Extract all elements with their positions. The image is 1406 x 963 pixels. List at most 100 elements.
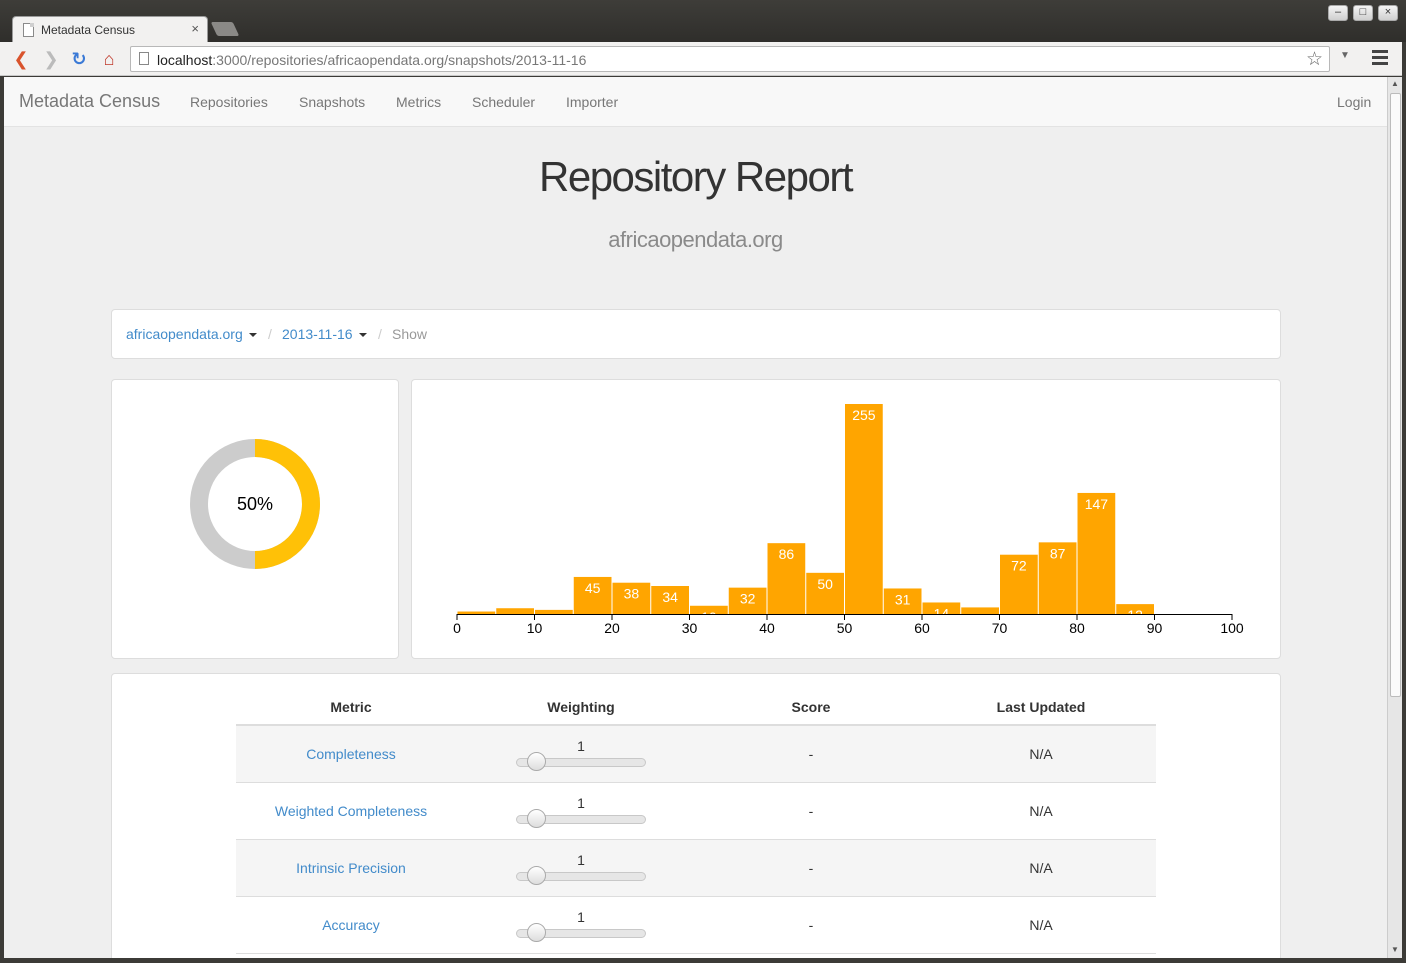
nav-snapshots[interactable]: Snapshots (299, 94, 365, 110)
weighting-slider[interactable]: 1 (515, 909, 647, 942)
top-navbar: Metadata Census Repositories Snapshots M… (4, 77, 1387, 127)
breadcrumb: africaopendata.org / 2013-11-16 / Show (111, 309, 1281, 359)
table-row: Intrinsic Precision 1 - N/A (236, 839, 1156, 897)
breadcrumb-snapshot[interactable]: 2013-11-16 (282, 326, 367, 342)
url-text: localhost:3000/repositories/africaopenda… (157, 52, 587, 68)
nav-metrics[interactable]: Metrics (396, 94, 441, 110)
bar-value-label: 87 (1050, 545, 1066, 561)
weighting-cell: 1 (466, 782, 696, 840)
bar-value-label: 34 (662, 589, 678, 605)
x-tick-label: 100 (1220, 620, 1244, 636)
bar-value-label: 10 (701, 609, 717, 625)
bar-value-label: 86 (779, 546, 795, 562)
bar-value-label: 3 (472, 615, 480, 631)
weighting-cell: 1 (466, 839, 696, 897)
slider-handle[interactable] (527, 808, 546, 828)
scroll-up-arrow-icon[interactable]: ▲ (1391, 79, 1399, 88)
page-title: Repository Report (539, 153, 853, 200)
x-tick-label: 40 (759, 620, 775, 636)
header-weighting: Weighting (466, 690, 696, 726)
scrollbar-thumb[interactable] (1390, 93, 1401, 697)
x-tick-label: 90 (1147, 620, 1163, 636)
metric-link[interactable]: Weighted Completeness (275, 803, 427, 819)
new-tab-button[interactable] (210, 22, 240, 36)
weighting-slider[interactable]: 1 (515, 738, 647, 771)
metrics-panel: Metric Weighting Score Last Updated Comp… (111, 673, 1281, 958)
tab-title: Metadata Census (41, 23, 136, 37)
bar-value-label: 5 (550, 613, 558, 629)
vertical-scrollbar[interactable]: ▲ ▼ (1387, 77, 1402, 958)
bookmark-star-icon[interactable]: ☆ (1306, 48, 1323, 71)
browser-titlebar: Metadata Census × – □ × (0, 0, 1406, 44)
histogram-panel: 3 7 5 45 38 34 10 32 86 50 255 31 14 8 72 87 147 12 0 10 20 3… (411, 379, 1281, 659)
bar-value-label: 12 (1127, 607, 1143, 623)
address-bar[interactable]: localhost:3000/repositories/africaopenda… (130, 46, 1330, 72)
bar-value-label: 7 (511, 611, 519, 627)
header-last-updated: Last Updated (926, 690, 1156, 726)
score-cell: - (696, 896, 926, 954)
bar-value-label: 72 (1011, 558, 1027, 574)
metric-cell: Completeness (236, 725, 466, 783)
histogram-chart: 3 7 5 45 38 34 10 32 86 50 255 31 14 8 72 87 147 12 0 10 20 3… (453, 404, 1244, 636)
metric-link[interactable]: Intrinsic Precision (296, 860, 406, 876)
forward-arrow-icon[interactable]: ❯ (40, 48, 62, 70)
slider-handle[interactable] (527, 751, 546, 771)
weighting-cell: 1 (466, 896, 696, 954)
table-row: Completeness 1 - N/A (236, 725, 1156, 783)
slider-handle[interactable] (527, 922, 546, 942)
metric-link[interactable]: Accuracy (322, 917, 380, 933)
score-cell: - (696, 839, 926, 897)
table-row: Weighted Completeness 1 - N/A (236, 782, 1156, 840)
metrics-table: Metric Weighting Score Last Updated Comp… (236, 690, 1156, 954)
weighting-slider[interactable]: 1 (515, 795, 647, 828)
x-tick-label: 80 (1069, 620, 1085, 636)
minimize-button[interactable]: – (1328, 5, 1348, 21)
metric-cell: Intrinsic Precision (236, 839, 466, 897)
caret-down-icon (248, 333, 257, 338)
breadcrumb-separator: / (378, 326, 382, 342)
last-updated-cell: N/A (926, 896, 1156, 954)
last-updated-cell: N/A (926, 782, 1156, 840)
tab-close-icon[interactable]: × (191, 21, 199, 36)
weighting-slider[interactable]: 1 (515, 852, 647, 885)
nav-scheduler[interactable]: Scheduler (472, 94, 535, 110)
x-tick-label: 70 (992, 620, 1008, 636)
page-icon (23, 23, 34, 37)
score-cell: - (696, 725, 926, 783)
score-panel: 50% (111, 379, 399, 659)
reload-icon[interactable]: ↻ (68, 48, 90, 70)
bar-value-label: 50 (817, 576, 833, 592)
breadcrumb-repository[interactable]: africaopendata.org (126, 326, 257, 342)
back-arrow-icon[interactable]: ❮ (10, 48, 32, 70)
score-cell: - (696, 782, 926, 840)
scroll-down-arrow-icon[interactable]: ▼ (1391, 945, 1399, 954)
weighting-cell: 1 (466, 725, 696, 783)
home-icon[interactable]: ⌂ (98, 48, 120, 70)
x-tick-label: 10 (527, 620, 543, 636)
bar-value-label: 147 (1085, 496, 1109, 512)
maximize-button[interactable]: □ (1353, 5, 1373, 21)
x-tick-label: 60 (914, 620, 930, 636)
last-updated-cell: N/A (926, 725, 1156, 783)
nav-login[interactable]: Login (1337, 94, 1371, 110)
page-subtitle: africaopendata.org (608, 227, 783, 252)
slider-handle[interactable] (527, 865, 546, 885)
nav-repositories[interactable]: Repositories (190, 94, 268, 110)
bar-value-label: 255 (852, 407, 876, 423)
browser-tab[interactable]: Metadata Census × (12, 16, 208, 44)
score-donut: 50% (190, 439, 320, 569)
metric-link[interactable]: Completeness (306, 746, 396, 762)
nav-importer[interactable]: Importer (566, 94, 618, 110)
bar-value-label: 8 (976, 610, 984, 626)
close-window-button[interactable]: × (1378, 5, 1398, 21)
x-tick-label: 20 (604, 620, 620, 636)
page-viewport: Metadata Census Repositories Snapshots M… (4, 77, 1387, 958)
dropdown-arrow-icon[interactable]: ▼ (1340, 50, 1350, 61)
histogram-bar (845, 404, 883, 614)
menu-icon[interactable] (1372, 50, 1388, 68)
caret-down-icon (358, 333, 367, 338)
brand-link[interactable]: Metadata Census (19, 91, 160, 112)
window-frame (0, 958, 1406, 963)
page-icon (139, 52, 149, 65)
breadcrumb-separator: / (268, 326, 272, 342)
